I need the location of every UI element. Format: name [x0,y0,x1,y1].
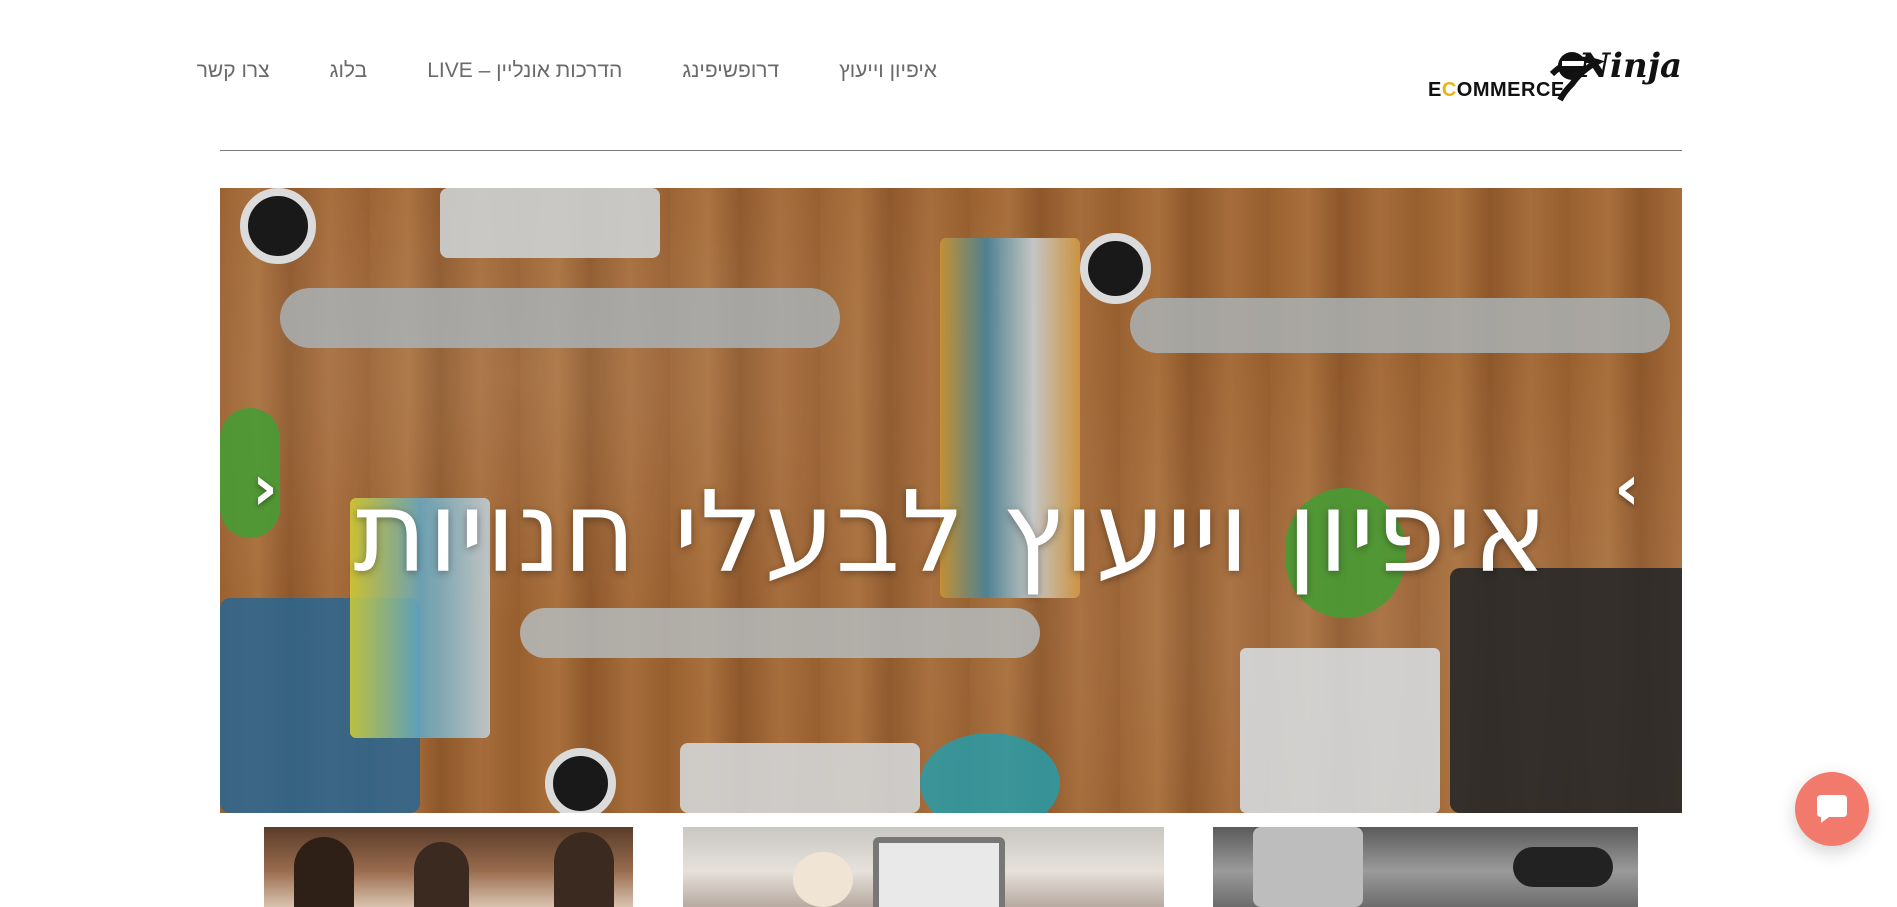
nav-item-contact[interactable]: צרו קשר [197,56,270,86]
sunglasses-image-shape [1513,847,1613,887]
people-image-shape [554,832,614,907]
tablet-image-shape [873,837,1005,907]
people-image-shape [294,837,354,907]
nav-item-blog[interactable]: בלוג [330,56,368,86]
slider-next-arrow-icon[interactable]: › [1602,457,1652,519]
logo-script-text: Ninja [1578,46,1682,86]
nav-item-consulting[interactable]: איפיון וייעוץ [839,56,937,86]
glass-image-shape [1253,827,1363,907]
nav-item-live-training[interactable]: הדרכות אונליין – LIVE [427,56,622,86]
slider-prev-arrow-icon[interactable]: ‹ [240,457,290,519]
chat-bubble-icon [1817,795,1847,823]
main-nav: איפיון וייעוץ דרופשיפינג הדרכות אונליין … [197,56,937,86]
hero-slider: איפיון וייעוץ לבעלי חנויות ‹ › [220,188,1682,813]
post-thumbnail[interactable] [264,827,633,907]
logo-wordmark: ECOMMERCE [1428,79,1565,101]
cup-image-shape [793,852,853,907]
post-thumbnail[interactable] [683,827,1164,907]
hero-title: איפיון וייעוץ לבעלי חנויות [353,468,1549,599]
site-header: Ninja ECOMMERCE איפיון וייעוץ דרופשיפינג… [197,0,1682,151]
people-image-shape [414,842,469,907]
nav-item-dropshipping[interactable]: דרופשיפינג [682,56,779,86]
post-thumbnail[interactable] [1213,827,1638,907]
chat-button[interactable] [1795,772,1869,846]
ecommerce-ninja-logo[interactable]: Ninja ECOMMERCE [1426,44,1682,110]
